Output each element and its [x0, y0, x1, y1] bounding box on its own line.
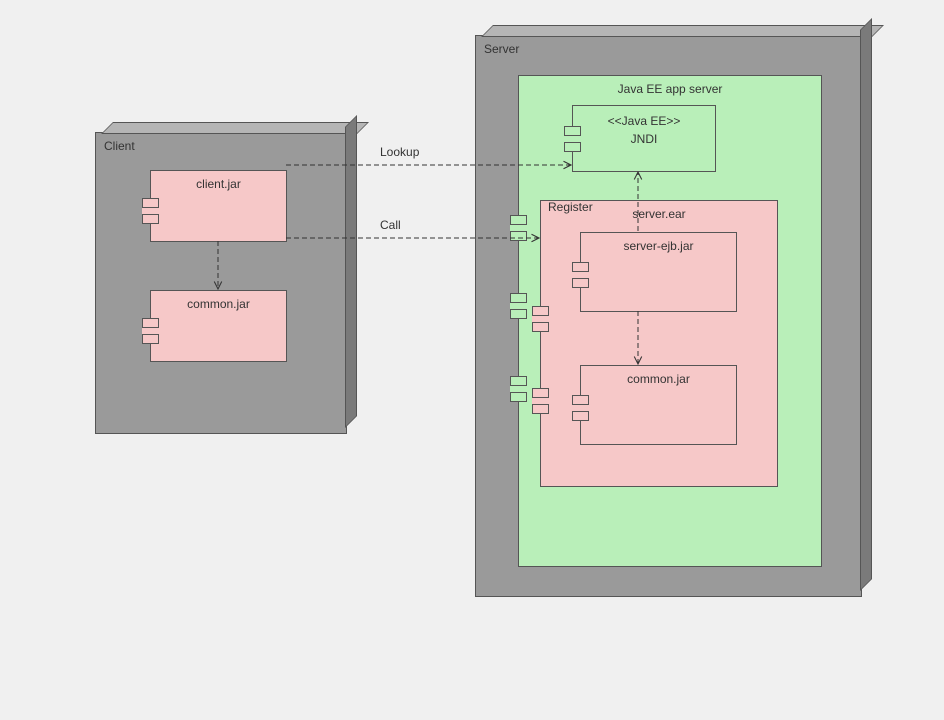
component-jndi: <<Java EE>> JNDI — [572, 105, 716, 172]
connector-lookup-label: Lookup — [380, 145, 419, 159]
component-server-common-jar: common.jar — [580, 365, 737, 445]
component-client-jar: client.jar — [150, 170, 287, 242]
component-server-ejb-jar: server-ejb.jar — [580, 232, 737, 312]
deployment-diagram: Client client.jar common.jar Server Java… — [0, 0, 944, 720]
component-tabs-icon — [142, 318, 160, 344]
component-server-ejb-jar-label: server-ejb.jar — [581, 239, 736, 253]
component-tabs-icon — [572, 262, 590, 288]
connector-call-label: Call — [380, 218, 401, 232]
component-client-jar-label: client.jar — [151, 177, 286, 191]
component-tabs-icon — [510, 376, 528, 402]
node-server-label: Server — [484, 42, 519, 56]
component-tabs-icon — [510, 293, 528, 319]
component-tabs-icon — [564, 126, 582, 152]
component-jndi-label: JNDI — [573, 132, 715, 146]
component-tabs-icon — [532, 306, 550, 332]
node-client-label: Client — [104, 139, 135, 153]
component-appserver-label: Java EE app server — [519, 82, 821, 96]
component-client-common-jar: common.jar — [150, 290, 287, 362]
component-tabs-icon — [532, 388, 550, 414]
component-jndi-stereotype: <<Java EE>> — [573, 114, 715, 128]
component-tabs-icon — [510, 215, 528, 241]
component-tabs-icon — [142, 198, 160, 224]
connector-register-label: Register — [548, 200, 593, 214]
component-client-common-jar-label: common.jar — [151, 297, 286, 311]
component-server-common-jar-label: common.jar — [581, 372, 736, 386]
component-tabs-icon — [572, 395, 590, 421]
